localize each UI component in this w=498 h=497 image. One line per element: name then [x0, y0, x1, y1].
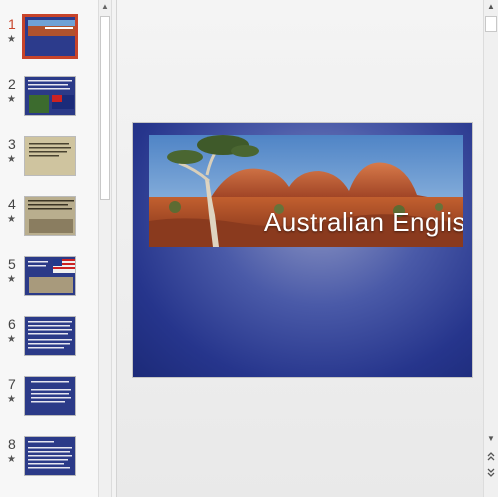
scrollbar-thumb[interactable]	[100, 16, 110, 200]
slide-preview[interactable]	[24, 76, 76, 116]
slide-thumbnail-2[interactable]: 2 ★	[0, 76, 98, 136]
scroll-up-arrow-icon[interactable]: ▲	[484, 0, 498, 14]
slide-thumbnail-3[interactable]: 3 ★	[0, 136, 98, 196]
slide-number: 3	[8, 136, 16, 152]
animation-star-icon: ★	[7, 334, 16, 345]
slide-preview[interactable]	[24, 196, 76, 236]
animation-star-icon: ★	[7, 454, 16, 465]
slide-thumbnail-8[interactable]: 8 ★	[0, 436, 98, 496]
slide-number: 6	[8, 316, 16, 332]
slide-preview[interactable]	[24, 316, 76, 356]
slide-preview[interactable]	[24, 256, 76, 296]
slide-number: 4	[8, 196, 16, 212]
slide-preview[interactable]	[24, 136, 76, 176]
slide-number: 2	[8, 76, 16, 92]
slide-title[interactable]: Australian English	[241, 207, 463, 238]
slide-number: 7	[8, 376, 16, 392]
animation-star-icon: ★	[7, 274, 16, 285]
scroll-down-arrow-icon[interactable]: ▼	[484, 432, 498, 446]
slide-thumbnail-4[interactable]: 4 ★	[0, 196, 98, 256]
next-slide-icon[interactable]	[484, 466, 498, 480]
animation-star-icon: ★	[7, 34, 16, 45]
slide-thumbnail-5[interactable]: 5 ★	[0, 256, 98, 316]
scrollbar-thumb[interactable]	[485, 16, 497, 32]
animation-star-icon: ★	[7, 214, 16, 225]
previous-slide-icon[interactable]	[484, 450, 498, 464]
slide-preview[interactable]	[24, 376, 76, 416]
slide-number: 5	[8, 256, 16, 272]
outback-photo[interactable]: Australian English	[149, 135, 463, 247]
slide-thumbnail-7[interactable]: 7 ★	[0, 376, 98, 436]
current-slide-canvas[interactable]: Australian English	[132, 122, 473, 378]
slide-preview-title[interactable]	[22, 14, 78, 59]
slide-number: 8	[8, 436, 16, 452]
slide-thumbnail-6[interactable]: 6 ★	[0, 316, 98, 376]
animation-star-icon: ★	[7, 94, 16, 105]
slide-thumbnail-pane: 1 ★ 2 ★ 3 ★ 4 ★ 5 ★ 6 ★ 7 ★ 8 ★	[0, 0, 98, 497]
animation-star-icon: ★	[7, 154, 16, 165]
scroll-up-arrow-icon[interactable]: ▲	[99, 0, 111, 14]
slide-thumbnail-1[interactable]: 1 ★	[0, 14, 98, 76]
presentation-window: 1 ★ 2 ★ 3 ★ 4 ★ 5 ★ 6 ★ 7 ★ 8 ★ ▲ Austra…	[0, 0, 498, 497]
animation-star-icon: ★	[7, 394, 16, 405]
slide-scrollbar[interactable]: ▲ ▼	[483, 0, 498, 497]
thumbnail-scrollbar[interactable]: ▲	[98, 0, 112, 497]
slide-number: 1	[8, 16, 16, 32]
slide-preview[interactable]	[24, 436, 76, 476]
